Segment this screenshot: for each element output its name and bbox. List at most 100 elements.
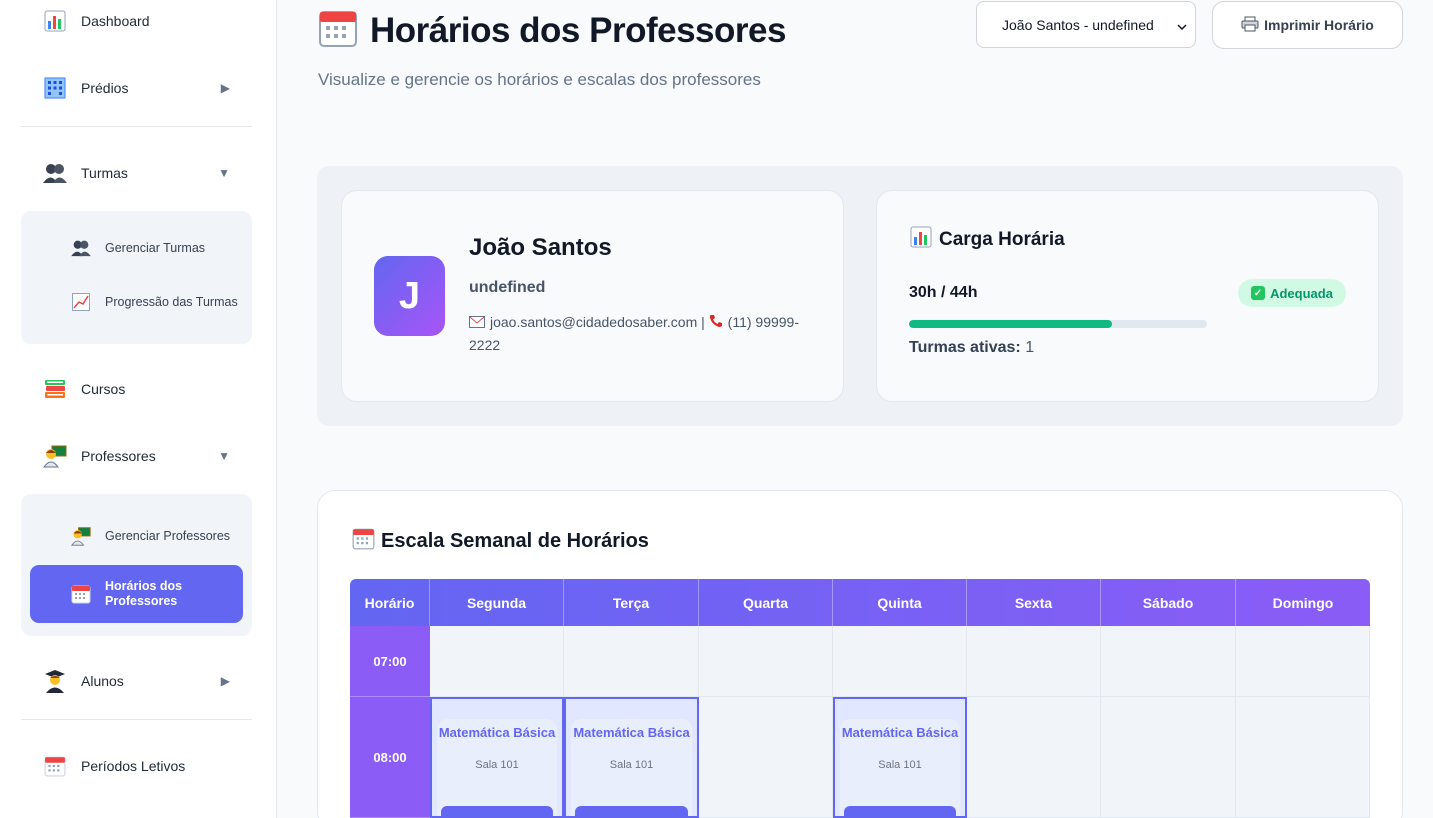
calendar-icon: [352, 527, 381, 556]
sidebar-item-label: Cursos: [81, 381, 126, 397]
professor-contact: joao.santos@cidadedosaber.com | (11) 999…: [469, 311, 809, 356]
sidebar-item-predios[interactable]: Prédios ▶: [21, 68, 252, 108]
column-header: Domingo: [1272, 594, 1334, 611]
sidebar-item-progressao-turmas[interactable]: Progressão das Turmas: [30, 273, 243, 331]
lesson-card[interactable]: Matemática Básica Sala 101: [571, 719, 692, 816]
printer-icon: [1241, 16, 1264, 35]
trend-chart-icon: [70, 291, 92, 313]
workload-progress-fill: [909, 320, 1113, 328]
schedule-slot-empty[interactable]: [1236, 697, 1370, 818]
workload-progress: [909, 320, 1207, 328]
schedule-slot-empty[interactable]: [430, 626, 564, 697]
schedule-slot-empty[interactable]: [1101, 626, 1236, 697]
chevron-down-icon: ▼: [218, 166, 230, 180]
sidebar-item-horarios-professores[interactable]: Horários dos Professores: [30, 565, 243, 623]
phone-icon: [709, 312, 723, 334]
chevron-down-icon: [1177, 19, 1187, 35]
page-title-text: Horários dos Professores: [370, 10, 786, 50]
lesson-action-button[interactable]: [441, 806, 553, 816]
schedule-title-text: Escala Semanal de Horários: [381, 530, 649, 552]
status-badge-label: Adequada: [1270, 285, 1333, 301]
schedule-slot-empty[interactable]: [564, 626, 699, 697]
books-icon: [42, 376, 68, 402]
sidebar-item-label: Alunos: [81, 673, 124, 689]
sidebar-item-label: Gerenciar Turmas: [105, 240, 206, 255]
divider: [21, 126, 252, 127]
student-icon: [42, 668, 68, 694]
active-classes: Turmas ativas: 1: [909, 339, 1034, 357]
lesson-action-button[interactable]: [844, 806, 956, 816]
lesson-name: Matemática Básica: [841, 725, 959, 740]
people-icon: [70, 237, 92, 259]
column-header: Sábado: [1101, 579, 1236, 626]
active-classes-label: Turmas ativas:: [909, 339, 1021, 356]
lesson-room: Sala 101: [475, 759, 519, 771]
schedule-slot-occupied[interactable]: Matemática Básica Sala 101: [430, 697, 564, 818]
professor-select[interactable]: João Santos - undefined: [976, 1, 1196, 48]
calendar-icon: [318, 8, 358, 53]
column-header: Horário: [350, 579, 430, 626]
people-icon: [42, 160, 68, 186]
schedule-slot-empty[interactable]: [699, 626, 833, 697]
lesson-action-button[interactable]: [575, 806, 688, 816]
schedule-slot-occupied[interactable]: Matemática Básica Sala 101: [564, 697, 699, 818]
submenu-professores: Gerenciar Professores Horários dos Profe…: [21, 494, 252, 636]
sidebar-item-label: Horários dos Professores: [105, 579, 183, 608]
sidebar-item-gerenciar-turmas[interactable]: Gerenciar Turmas: [30, 219, 243, 277]
time-slot: 08:00: [350, 697, 430, 818]
chevron-right-icon: ▶: [220, 674, 230, 688]
workload-hours: 30h / 44h: [909, 284, 978, 301]
page-subtitle: Visualize e gerencie os horários e escal…: [318, 70, 761, 89]
sidebar-item-cursos[interactable]: Cursos: [21, 369, 252, 409]
contact-separator: |: [701, 314, 705, 330]
schedule-slot-empty[interactable]: [1236, 626, 1370, 697]
print-button[interactable]: Imprimir Horário: [1212, 1, 1403, 49]
column-header: Sexta: [967, 579, 1101, 626]
chevron-down-icon: ▼: [218, 449, 230, 463]
column-header: Quinta: [833, 579, 967, 626]
time-slot: 07:00: [350, 626, 430, 697]
sidebar-item-professores[interactable]: Professores ▼: [21, 436, 252, 476]
sidebar-item-label: Períodos Letivos: [81, 758, 186, 774]
schedule-title: Escala Semanal de Horários: [352, 527, 649, 556]
lesson-card[interactable]: Matemática Básica Sala 101: [840, 719, 960, 816]
schedule-slot-empty[interactable]: [699, 697, 833, 818]
schedule-slot-occupied[interactable]: Matemática Básica Sala 101: [833, 697, 967, 818]
sidebar-item-label: Progressão das Turmas: [105, 294, 238, 309]
page-title: Horários dos Professores: [318, 8, 786, 53]
column-header: Terça: [564, 579, 699, 626]
workload-title-text: Carga Horária: [939, 229, 1065, 250]
column-header: Segunda: [430, 579, 564, 626]
sidebar-item-label: Gerenciar Professores: [105, 528, 231, 543]
sidebar-item-turmas[interactable]: Turmas ▼: [21, 153, 252, 193]
check-icon: ✓: [1251, 286, 1266, 300]
professor-subtitle: undefined: [469, 279, 546, 296]
status-badge: ✓ Adequada: [1238, 279, 1346, 307]
submenu-turmas: Gerenciar Turmas Progressão das Turmas: [21, 211, 252, 344]
schedule-slot-empty[interactable]: [833, 626, 967, 697]
sidebar-item-periodos-letivos[interactable]: Períodos Letivos: [21, 746, 252, 786]
column-header: Quarta: [699, 579, 833, 626]
schedule-slot-empty[interactable]: [967, 626, 1101, 697]
sidebar-item-alunos[interactable]: Alunos ▶: [21, 661, 252, 701]
building-icon: [42, 75, 68, 101]
active-classes-value: 1: [1025, 339, 1035, 356]
workload-title: Carga Horária: [910, 226, 1065, 254]
print-button-label: Imprimir Horário: [1264, 17, 1374, 33]
chevron-right-icon: ▶: [220, 81, 230, 95]
teacher-icon: [70, 525, 92, 547]
bar-chart-icon: [42, 8, 68, 34]
schedule-slot-empty[interactable]: [967, 697, 1101, 818]
sidebar-item-gerenciar-professores[interactable]: Gerenciar Professores: [30, 507, 243, 565]
lesson-card[interactable]: Matemática Básica Sala 101: [437, 719, 557, 816]
sidebar-item-dashboard[interactable]: Dashboard: [21, 1, 252, 41]
sidebar-item-label: Dashboard: [81, 13, 150, 29]
schedule-slot-empty[interactable]: [1101, 697, 1236, 818]
teacher-icon: [42, 443, 68, 469]
divider: [21, 719, 252, 720]
schedule-header: Horário Segunda Terça Quarta Quinta Sexta Sába…: [350, 579, 1370, 626]
calendar-icon: [70, 583, 92, 605]
calendar-icon: [42, 753, 68, 779]
avatar: J: [374, 256, 445, 336]
sidebar: Dashboard Prédios ▶ Turmas ▼ Gerenciar T…: [0, 0, 277, 818]
